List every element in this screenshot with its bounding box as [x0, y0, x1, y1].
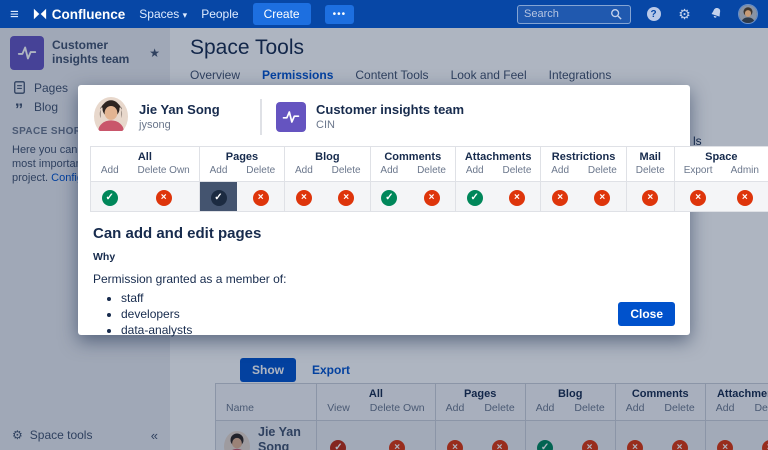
user-avatar — [94, 97, 128, 136]
perm-cell-comments-add[interactable]: ✓ — [369, 181, 409, 212]
bell-icon — [711, 7, 720, 18]
perm-cell-pages-delete[interactable]: × — [237, 181, 285, 212]
modal-space-name: Customer insights team — [316, 102, 465, 118]
denied-icon: × — [690, 190, 707, 206]
granted-icon: ✓ — [101, 190, 118, 206]
header-divider — [260, 98, 262, 135]
perm-group-comments: Comments — [369, 146, 456, 163]
granted-icon: ✓ — [210, 190, 227, 206]
gear-icon: ⚙ — [678, 6, 691, 22]
perm-group-mail: Mail — [625, 146, 675, 163]
help-button[interactable]: ? — [645, 6, 662, 23]
space-logo-icon — [276, 101, 306, 132]
perm-col-restrictions-delete: Delete — [578, 163, 627, 182]
modal-permissions-table: All Pages Blog Comments Attachments Restricti… — [78, 146, 768, 212]
perm-group-space: Space — [673, 146, 768, 163]
perm-cell-space-admin[interactable]: × — [721, 181, 768, 212]
perm-cell-restrictions-delete[interactable]: × — [578, 181, 627, 212]
perm-cell-blog-add[interactable]: × — [284, 181, 323, 212]
denied-icon: × — [155, 190, 172, 206]
perm-cell-all-delete-own[interactable]: × — [128, 181, 200, 212]
granted-icon: ✓ — [466, 190, 483, 206]
why-label: Why — [93, 251, 116, 263]
denied-icon: × — [508, 190, 525, 206]
perm-group-blog: Blog — [284, 146, 371, 163]
modal-user-name: Jie Yan Song — [139, 102, 220, 118]
search-icon — [611, 9, 622, 20]
perm-cell-attachments-add[interactable]: ✓ — [454, 181, 494, 212]
perm-col-space-admin: Admin — [721, 163, 768, 182]
denied-icon: × — [252, 190, 269, 206]
perm-cell-comments-delete[interactable]: × — [408, 181, 456, 212]
perm-col-comments-delete: Delete — [408, 163, 456, 182]
nav-people[interactable]: People — [201, 7, 238, 21]
perm-cell-space-export[interactable]: × — [673, 181, 722, 212]
top-navbar: ≡ Confluence Spaces ▾ People Create ••• … — [0, 0, 768, 28]
settings-button[interactable]: ⚙ — [676, 6, 693, 23]
granted-icon: ✓ — [381, 190, 398, 206]
perm-col-restrictions-add: Add — [540, 163, 579, 182]
perm-group-restrictions: Restrictions — [540, 146, 627, 163]
modal-user-username: jysong — [139, 118, 171, 131]
nav-spaces[interactable]: Spaces ▾ — [139, 7, 187, 21]
confluence-logo-icon — [33, 8, 46, 20]
perm-col-attachments-add: Add — [454, 163, 494, 182]
perm-col-blog-add: Add — [284, 163, 323, 182]
perm-col-attachments-delete: Delete — [493, 163, 541, 182]
confluence-brand[interactable]: Confluence — [33, 6, 126, 22]
brand-label: Confluence — [51, 6, 126, 22]
granted-text: Permission granted as a member of: — [93, 272, 287, 286]
member-groups-list: staff developers data-analysts — [121, 291, 674, 337]
denied-icon: × — [295, 190, 312, 206]
perm-col-mail-delete: Delete — [625, 163, 675, 182]
perm-col-pages-add: Add — [198, 163, 238, 182]
denied-icon: × — [642, 190, 659, 206]
perm-cell-attachments-delete[interactable]: × — [493, 181, 541, 212]
member-group: developers — [121, 307, 674, 321]
denied-icon: × — [594, 190, 611, 206]
member-group: data-analysts — [121, 323, 674, 337]
perm-col-comments-add: Add — [369, 163, 409, 182]
modal-space-key: CIN — [316, 118, 335, 131]
perm-col-all-delete-own: Delete Own — [128, 163, 200, 182]
create-button[interactable]: Create — [252, 3, 311, 25]
help-icon: ? — [646, 7, 661, 21]
perm-col-all-add: Add — [90, 163, 129, 182]
user-permissions-table: All Pages Blog Comments Attachments Restricti… — [90, 146, 768, 212]
perm-cell-pages-add[interactable]: ✓ — [198, 181, 238, 212]
denied-icon: × — [736, 190, 753, 206]
permission-heading: Can add and edit pages — [93, 225, 262, 242]
perm-cell-blog-delete[interactable]: × — [322, 181, 371, 212]
modal-header: Jie Yan Song jysong Customer insights te… — [78, 85, 690, 146]
hamburger-menu-icon[interactable]: ≡ — [10, 7, 19, 22]
perm-cell-restrictions-add[interactable]: × — [540, 181, 579, 212]
user-avatar[interactable] — [738, 4, 758, 24]
perm-col-blog-delete: Delete — [322, 163, 371, 182]
denied-icon: × — [423, 190, 440, 206]
denied-icon: × — [552, 190, 569, 206]
notifications-button[interactable] — [707, 6, 724, 23]
perm-cell-all-add[interactable]: ✓ — [90, 181, 129, 212]
perm-cell-mail-delete[interactable]: × — [625, 181, 675, 212]
perm-group-pages: Pages — [198, 146, 285, 163]
modal-space: Customer insights team CIN — [276, 101, 465, 132]
search-input[interactable] — [524, 8, 610, 20]
close-button[interactable]: Close — [618, 302, 675, 326]
chevron-down-icon: ▾ — [182, 10, 188, 20]
user-avatar-photo — [739, 5, 757, 23]
member-group: staff — [121, 291, 674, 305]
search-box[interactable] — [517, 4, 631, 24]
perm-col-pages-delete: Delete — [237, 163, 285, 182]
perm-col-space-export: Export — [673, 163, 722, 182]
permission-detail-modal: Jie Yan Song jysong Customer insights te… — [78, 85, 768, 337]
perm-group-all: All — [90, 146, 200, 163]
perm-group-attachments: Attachments — [454, 146, 541, 163]
modal-user: Jie Yan Song jysong — [94, 97, 260, 136]
more-button[interactable]: ••• — [324, 4, 355, 24]
denied-icon: × — [338, 190, 355, 206]
